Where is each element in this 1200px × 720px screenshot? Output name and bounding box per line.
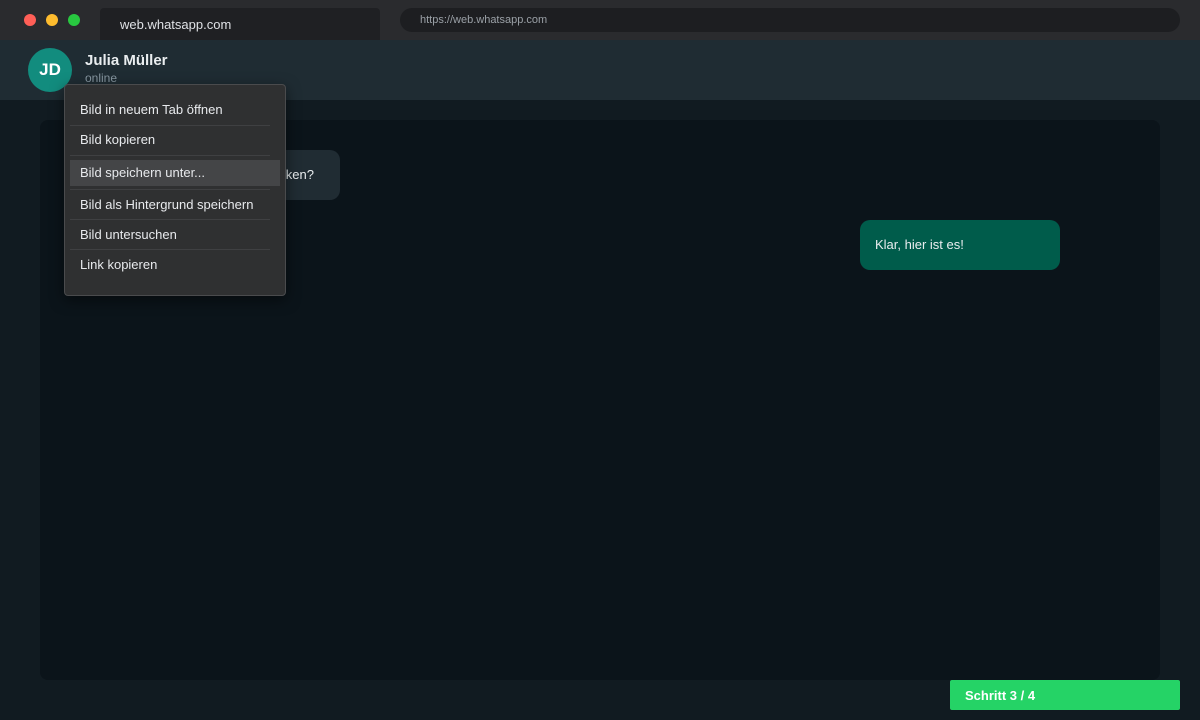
menu-item-set-as-background[interactable]: Bild als Hintergrund speichern [70, 192, 280, 218]
tab-title: web.whatsapp.com [120, 17, 232, 32]
menu-separator [70, 125, 270, 126]
menu-separator [70, 219, 270, 220]
menu-item-open-image-new-tab[interactable]: Bild in neuem Tab öffnen [70, 97, 280, 123]
outgoing-message-text: Klar, hier ist es! [875, 237, 964, 252]
browser-chrome: web.whatsapp.com https://web.whatsapp.co… [0, 0, 1200, 40]
maximize-window-button[interactable] [68, 14, 80, 26]
outgoing-message-bubble[interactable]: Klar, hier ist es! [860, 220, 1060, 270]
menu-item-inspect-image[interactable]: Bild untersuchen [70, 222, 280, 248]
minimize-window-button[interactable] [46, 14, 58, 26]
menu-item-copy-link[interactable]: Link kopieren [70, 252, 280, 278]
browser-tab[interactable]: web.whatsapp.com [100, 8, 380, 40]
contact-name[interactable]: Julia Müller [85, 52, 168, 69]
menu-item-copy-image[interactable]: Bild kopieren [70, 127, 280, 153]
address-bar[interactable]: https://web.whatsapp.com [400, 8, 1180, 32]
menu-separator [70, 155, 270, 156]
incoming-message-text: ken? [285, 167, 314, 182]
close-window-button[interactable] [24, 14, 36, 26]
menu-separator [70, 249, 270, 250]
contact-status: online [85, 71, 118, 85]
menu-separator [70, 189, 270, 190]
step-label: Schritt 3 / 4 [965, 688, 1036, 703]
menu-item-save-image-as[interactable]: Bild speichern unter... [70, 160, 280, 186]
url-text: https://web.whatsapp.com [420, 14, 548, 26]
avatar-initials: JD [39, 60, 61, 79]
step-indicator: Schritt 3 / 4 [950, 680, 1180, 710]
context-menu: Bild in neuem Tab öffnen Bild kopieren B… [64, 84, 286, 296]
